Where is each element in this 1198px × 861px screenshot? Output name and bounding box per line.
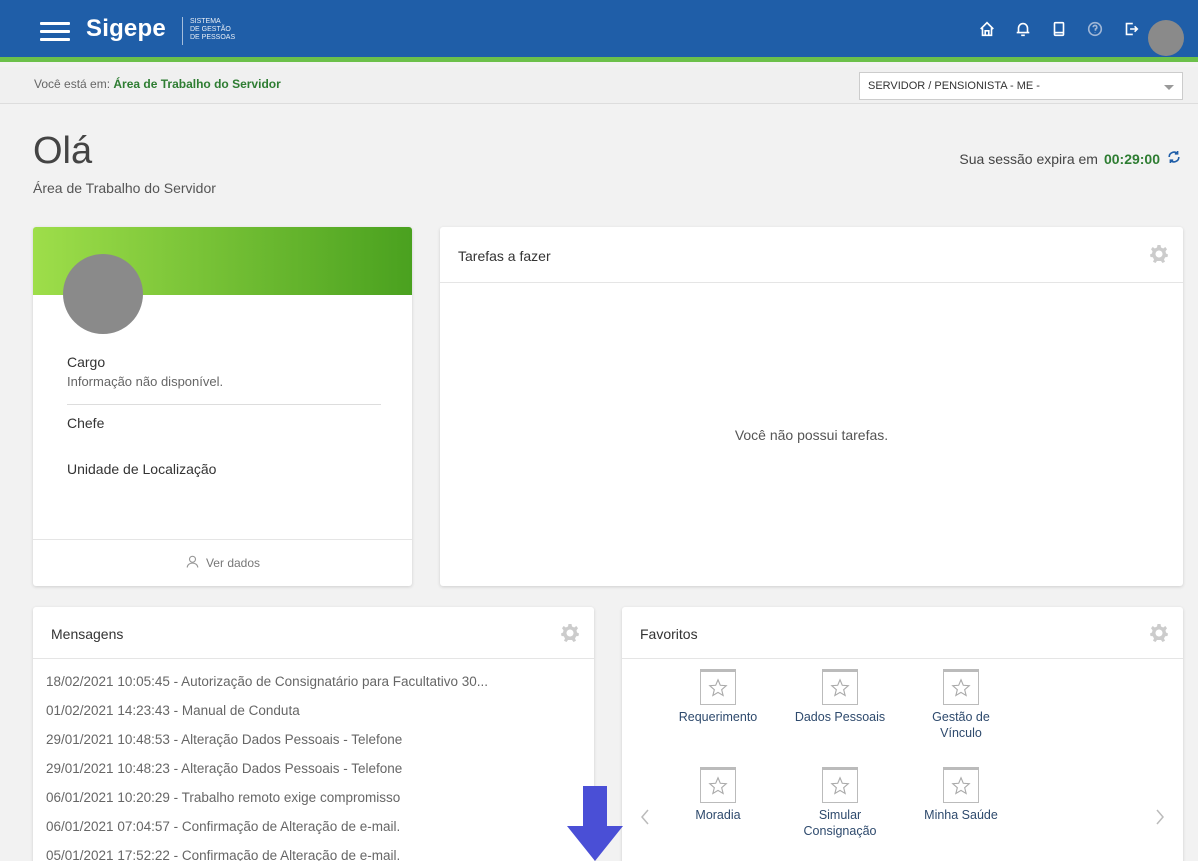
tasks-title: Tarefas a fazer	[458, 248, 551, 264]
chevron-down-icon	[1164, 85, 1174, 90]
star-icon	[822, 669, 858, 705]
breadcrumb-prefix: Você está em:	[34, 77, 111, 91]
logout-icon[interactable]	[1122, 20, 1140, 38]
tasks-empty-message: Você não possui tarefas.	[734, 427, 889, 443]
favorites-header: Favoritos	[622, 607, 1183, 659]
profile-select[interactable]: SERVIDOR / PENSIONISTA - ME -	[859, 72, 1183, 100]
message-item[interactable]: 06/01/2021 10:20:29 - Trabalho remoto ex…	[46, 783, 594, 812]
menu-icon[interactable]	[40, 22, 70, 42]
favorites-title: Favoritos	[640, 626, 698, 642]
session-label: Sua sessão expira em	[959, 150, 1098, 167]
tasks-header: Tarefas a fazer	[440, 227, 1183, 283]
gear-icon[interactable]	[1149, 244, 1169, 264]
page-title: Olá	[33, 130, 93, 172]
message-item[interactable]: 18/02/2021 10:05:45 - Autorização de Con…	[46, 667, 594, 696]
carousel-next-icon[interactable]	[1153, 807, 1167, 827]
profile-select-value: SERVIDOR / PENSIONISTA - ME -	[868, 80, 1040, 92]
session-timer: Sua sessão expira em 00:29:00	[959, 149, 1182, 168]
top-navbar: Sigepe SISTEMA DE GESTÃO DE PESSOAS	[0, 0, 1198, 62]
gear-icon[interactable]	[560, 623, 580, 643]
favorite-label: Minha Saúde	[924, 808, 998, 822]
unidade-label: Unidade de Localização	[67, 461, 217, 477]
profile-avatar	[63, 254, 143, 334]
message-item[interactable]: 05/01/2021 17:52:22 - Confirmação de Alt…	[46, 841, 594, 861]
messages-card: Mensagens 18/02/2021 10:05:45 - Autoriza…	[33, 607, 594, 861]
cargo-value: Informação não disponível.	[67, 374, 224, 389]
message-item[interactable]: 29/01/2021 10:48:53 - Alteração Dados Pe…	[46, 725, 594, 754]
breadcrumb-current[interactable]: Área de Trabalho do Servidor	[113, 77, 280, 91]
session-time: 00:29:00	[1103, 150, 1160, 167]
carousel-prev-icon[interactable]	[638, 807, 652, 827]
chefe-label: Chefe	[67, 415, 105, 431]
favorite-item-simular-consignacao[interactable]: Simular Consignação	[785, 767, 895, 839]
user-avatar[interactable]	[1148, 20, 1184, 56]
message-item[interactable]: 29/01/2021 10:48:23 - Alteração Dados Pe…	[46, 754, 594, 783]
message-item[interactable]: 01/02/2021 14:23:43 - Manual de Conduta	[46, 696, 594, 725]
messages-list: 18/02/2021 10:05:45 - Autorização de Con…	[33, 659, 594, 861]
favorite-item-minha-saude[interactable]: Minha Saúde	[906, 767, 1016, 823]
favorite-label: Simular Consignação	[803, 808, 877, 838]
tablet-icon[interactable]	[1050, 20, 1068, 38]
brand-logo[interactable]: Sigepe	[86, 15, 166, 43]
favorite-item-gestao-de-vinculo[interactable]: Gestão de Vínculo	[906, 669, 1016, 741]
star-icon	[822, 767, 858, 803]
favorite-label: Requerimento	[678, 710, 758, 724]
bell-icon[interactable]	[1014, 20, 1032, 38]
messages-title: Mensagens	[51, 626, 124, 642]
user-icon	[185, 554, 200, 572]
breadcrumb: Você está em: Área de Trabalho do Servid…	[34, 77, 281, 91]
favorites-card: Favoritos Requerimento Dados Pessoais Ge…	[622, 607, 1183, 861]
refresh-icon[interactable]	[1166, 149, 1182, 168]
favorite-item-requerimento[interactable]: Requerimento	[663, 669, 773, 725]
star-icon	[943, 767, 979, 803]
brand-divider	[182, 17, 183, 45]
profile-divider	[67, 404, 381, 405]
favorite-label: Gestão de Vínculo	[932, 710, 990, 740]
arrow-down-icon[interactable]	[567, 786, 623, 861]
tasks-card: Tarefas a fazer Você não possui tarefas.	[440, 227, 1183, 586]
help-icon[interactable]	[1086, 20, 1104, 38]
message-item[interactable]: 06/01/2021 07:04:57 - Confirmação de Alt…	[46, 812, 594, 841]
cargo-label: Cargo	[67, 354, 106, 370]
favorite-item-moradia[interactable]: Moradia	[663, 767, 773, 823]
favorite-label: Moradia	[695, 808, 741, 822]
view-data-label: Ver dados	[205, 556, 261, 570]
favorite-label: Dados Pessoais	[794, 710, 886, 724]
home-icon[interactable]	[978, 20, 996, 38]
star-icon	[700, 669, 736, 705]
profile-card: Cargo Informação não disponível. Chefe U…	[33, 227, 412, 586]
star-icon	[700, 767, 736, 803]
messages-header: Mensagens	[33, 607, 594, 659]
star-icon	[943, 669, 979, 705]
favorite-item-dados-pessoais[interactable]: Dados Pessoais	[785, 669, 895, 725]
brand-subtitle: SISTEMA DE GESTÃO DE PESSOAS	[190, 18, 236, 41]
top-icon-bar	[978, 20, 1140, 38]
gear-icon[interactable]	[1149, 623, 1169, 643]
view-data-link[interactable]: Ver dados	[33, 539, 412, 586]
page-subtitle: Área de Trabalho do Servidor	[33, 180, 216, 196]
